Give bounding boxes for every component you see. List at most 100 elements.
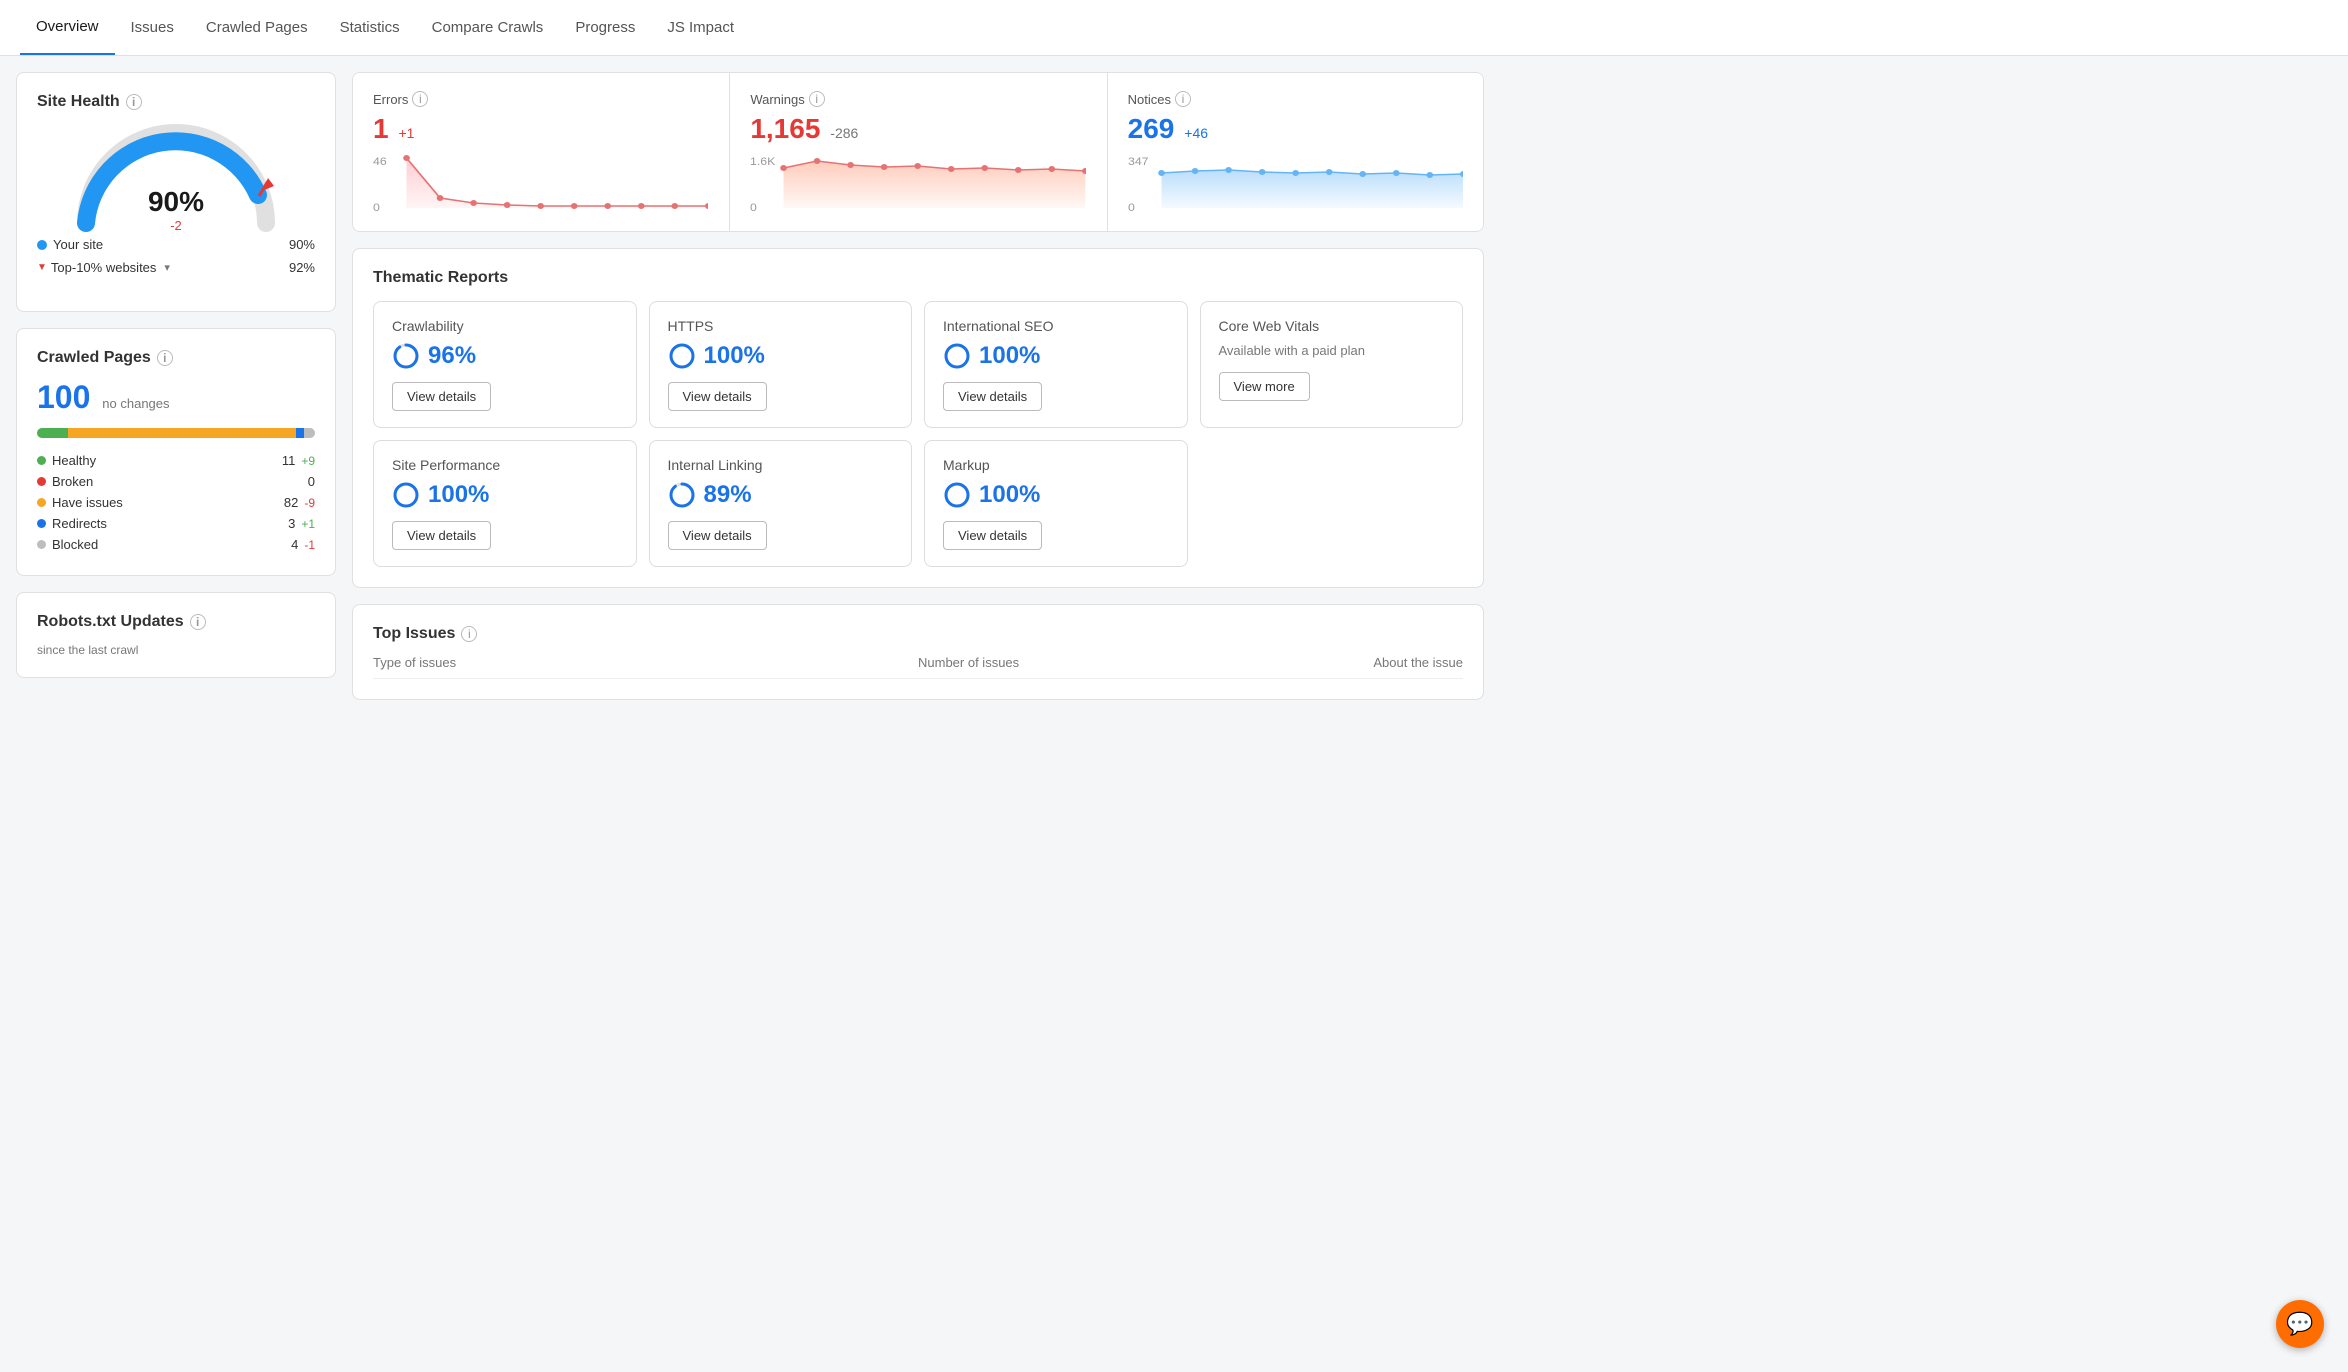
svg-text:0: 0	[1128, 202, 1135, 213]
report-core-web-vitals: Core Web Vitals Available with a paid pl…	[1200, 301, 1464, 428]
col-about-header: About the issue	[1191, 655, 1464, 670]
stat-have-issues: Have issues 82-9	[37, 492, 315, 513]
site-performance-name: Site Performance	[392, 457, 618, 473]
errors-change: +1	[398, 125, 414, 141]
stat-redirects: Redirects 3+1	[37, 513, 315, 534]
warnings-chart: 1.6K 0	[750, 153, 1085, 213]
site-performance-score: 100%	[392, 481, 618, 509]
thematic-reports-title: Thematic Reports	[373, 269, 1463, 287]
https-view-btn[interactable]: View details	[668, 382, 767, 411]
gauge-text: 90% -2	[148, 186, 204, 233]
stat-healthy: Healthy 11+9	[37, 450, 315, 471]
https-name: HTTPS	[668, 318, 894, 334]
notices-label: Notices i	[1128, 91, 1463, 107]
internal-linking-view-btn[interactable]: View details	[668, 521, 767, 550]
errors-info-icon[interactable]: i	[412, 91, 428, 107]
report-internal-linking: Internal Linking 89% View details	[649, 440, 913, 567]
crawled-pages-title: Crawled Pages i	[37, 349, 315, 367]
tab-progress[interactable]: Progress	[559, 1, 651, 54]
legend-top10: ▼ Top-10% websites ▾ 92%	[37, 256, 315, 279]
crawlability-name: Crawlability	[392, 318, 618, 334]
tab-compare-crawls[interactable]: Compare Crawls	[416, 1, 560, 54]
top-issues-title: Top Issues	[373, 625, 455, 643]
international-seo-score: 100%	[943, 342, 1169, 370]
thematic-reports-card: Thematic Reports Crawlability 96% View d…	[352, 248, 1484, 588]
top-navigation: Overview Issues Crawled Pages Statistics…	[0, 0, 2348, 56]
warnings-change: -286	[830, 125, 858, 141]
markup-view-btn[interactable]: View details	[943, 521, 1042, 550]
international-seo-name: International SEO	[943, 318, 1169, 334]
https-ring-icon	[668, 342, 696, 370]
warnings-info-icon[interactable]: i	[809, 91, 825, 107]
your-site-value: 90%	[289, 237, 315, 252]
crawled-note: no changes	[102, 396, 169, 411]
robots-txt-title: Robots.txt Updates i	[37, 613, 315, 631]
tab-overview[interactable]: Overview	[20, 0, 115, 55]
top10-icon: ▼	[37, 262, 47, 273]
metrics-row: Errors i 1 +1 46 0	[352, 72, 1484, 232]
international-seo-view-btn[interactable]: View details	[943, 382, 1042, 411]
site-health-info-icon[interactable]: i	[126, 94, 142, 110]
markup-ring-icon	[943, 481, 971, 509]
top-issues-card: Top Issues i Type of issues Number of is…	[352, 604, 1484, 700]
top-issues-info-icon[interactable]: i	[461, 626, 477, 642]
notices-card: Notices i 269 +46 347 0	[1107, 73, 1483, 231]
errors-value: 1	[373, 113, 389, 144]
crawled-bar-track	[37, 428, 315, 438]
bar-redirects	[296, 428, 304, 438]
errors-label: Errors i	[373, 91, 708, 107]
tab-js-impact[interactable]: JS Impact	[651, 1, 750, 54]
svg-text:46: 46	[373, 156, 387, 168]
errors-card: Errors i 1 +1 46 0	[353, 73, 728, 231]
bar-healthy	[37, 428, 68, 438]
markup-score: 100%	[943, 481, 1169, 509]
core-web-vitals-paid-text: Available with a paid plan	[1219, 342, 1445, 360]
gauge-change: -2	[148, 218, 204, 233]
svg-text:347: 347	[1128, 156, 1149, 168]
tab-crawled-pages[interactable]: Crawled Pages	[190, 1, 324, 54]
markup-name: Markup	[943, 457, 1169, 473]
internal-linking-score: 89%	[668, 481, 894, 509]
crawled-count-row: 100 no changes	[37, 379, 315, 416]
site-health-card: Site Health i 90% -2	[16, 72, 336, 312]
notices-value: 269	[1128, 113, 1175, 144]
warnings-card: Warnings i 1,165 -286 1.6K 0	[729, 73, 1105, 231]
gauge-percent: 90%	[148, 186, 204, 218]
issues-header: Top Issues i	[373, 625, 1463, 643]
https-score: 100%	[668, 342, 894, 370]
notices-info-icon[interactable]: i	[1175, 91, 1191, 107]
report-international-seo: International SEO 100% View details	[924, 301, 1188, 428]
col-type-header: Type of issues	[373, 655, 918, 670]
warnings-value: 1,165	[750, 113, 820, 144]
svg-text:0: 0	[373, 202, 380, 213]
issues-columns: Type of issues Number of issues About th…	[373, 655, 1463, 679]
errors-value-row: 1 +1	[373, 113, 708, 145]
site-health-title: Site Health i	[37, 93, 315, 111]
stat-blocked: Blocked 4-1	[37, 534, 315, 555]
bar-issues	[68, 428, 296, 438]
site-performance-view-btn[interactable]: View details	[392, 521, 491, 550]
report-site-performance: Site Performance 100% View details	[373, 440, 637, 567]
warnings-value-row: 1,165 -286	[750, 113, 1085, 145]
gauge-legend: Your site 90% ▼ Top-10% websites ▾ 92%	[37, 233, 315, 279]
internal-linking-name: Internal Linking	[668, 457, 894, 473]
chevron-down-icon[interactable]: ▾	[164, 261, 170, 274]
errors-chart: 46 0	[373, 153, 708, 213]
site-performance-ring-icon	[392, 481, 420, 509]
tab-issues[interactable]: Issues	[115, 1, 190, 54]
your-site-dot	[37, 240, 47, 250]
crawlability-view-btn[interactable]: View details	[392, 382, 491, 411]
core-web-vitals-view-btn[interactable]: View more	[1219, 372, 1310, 401]
top10-value: 92%	[289, 260, 315, 275]
crawled-pages-info-icon[interactable]: i	[157, 350, 173, 366]
robots-txt-card: Robots.txt Updates i since the last craw…	[16, 592, 336, 678]
warnings-label: Warnings i	[750, 91, 1085, 107]
thematic-row2: Site Performance 100% View details Inter…	[373, 440, 1463, 567]
chat-button[interactable]: 💬	[2276, 1300, 2324, 1348]
robots-txt-info-icon[interactable]: i	[190, 614, 206, 630]
tab-statistics[interactable]: Statistics	[324, 1, 416, 54]
report-crawlability: Crawlability 96% View details	[373, 301, 637, 428]
thematic-row1: Crawlability 96% View details HTTPS	[373, 301, 1463, 428]
crawled-count: 100	[37, 379, 90, 415]
stat-broken: Broken 0	[37, 471, 315, 492]
